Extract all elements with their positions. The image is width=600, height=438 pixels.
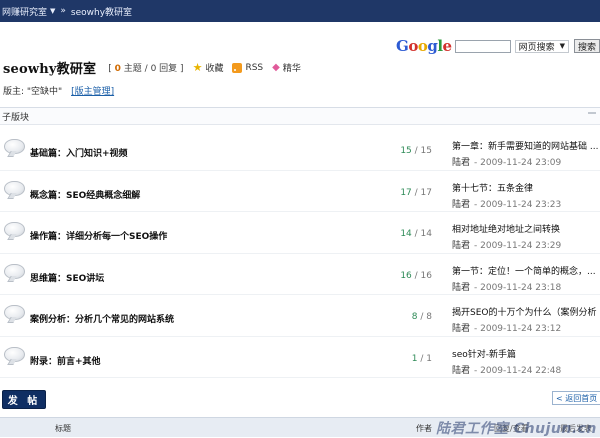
speech-bubble-icon [4, 305, 25, 320]
top-nav-bar: 网赚研究室 ▼ » seowhy教研室 [0, 0, 600, 22]
digest-link[interactable]: ◆ 精华 [272, 61, 301, 74]
last-post: 第一节：定位！一个简单的概念，... 陆君 - 2009-11-24 23:18 [452, 264, 596, 293]
list-item: 操作篇：详细分析每一个SEO操作 14 / 14 相对地址绝对地址之间转换 陆君… [0, 212, 600, 254]
watermark: 陆君工作室 Chujun.cn [436, 421, 597, 437]
column-title: 标题 [55, 424, 71, 433]
last-post-time: - 2009-11-24 23:09 [474, 158, 562, 168]
google-logo: Google [396, 37, 452, 55]
breadcrumb-separator: » [60, 6, 66, 16]
last-post-author[interactable]: 陆君 [452, 324, 470, 334]
topics-count: 0 [114, 64, 121, 74]
favorite-link[interactable]: ★ 收藏 [193, 61, 224, 74]
speech-bubble-icon [4, 263, 25, 279]
forum-stats: [ 0 主题 / 0 回复 ] [108, 64, 184, 74]
subforum-counts: 8 / 8 [411, 312, 432, 322]
moderator-manage-link[interactable]: [版主管理] [71, 87, 114, 97]
diamond-icon: ◆ [272, 62, 280, 73]
speech-bubble-icon [4, 180, 25, 196]
subforum-counts: 15 / 15 [400, 146, 432, 156]
search-input[interactable] [454, 39, 511, 53]
subforum-link[interactable]: 基础篇：入门知识+视频 [30, 146, 128, 159]
speech-bubble-icon [4, 222, 25, 237]
speech-bubble-icon [4, 139, 25, 154]
section-label: 子版块 [2, 112, 30, 123]
last-post-time: - 2009-11-24 23:29 [474, 241, 562, 251]
last-post-title[interactable]: 第一章：新手需要知道的网站基础 ... [452, 139, 598, 152]
forum-header: seowhy教研室 [ 0 主题 / 0 回复 ] ★ 收藏 RSS ◆ 精华 [3, 58, 301, 77]
column-author: 作者 [416, 424, 432, 433]
last-post-time: - 2009-11-24 22:48 [474, 365, 562, 376]
chevron-down-icon[interactable]: ▼ [50, 7, 55, 15]
subforum-counts: 17 / 17 [400, 187, 432, 198]
last-post-time: - 2009-11-24 23:23 [474, 199, 562, 210]
subforum-link[interactable]: 操作篇：详细分析每一个SEO操作 [30, 229, 167, 242]
moderator-info: 版主: "空缺中" [版主管理] [3, 84, 114, 97]
list-item: 思维篇：SEO讲坛 16 / 16 第一节：定位！一个简单的概念，... 陆君 -… [0, 254, 600, 295]
last-post-author[interactable]: 陆君 [452, 283, 470, 293]
subforum-link[interactable]: 附录：前言+其他 [30, 354, 101, 367]
subforum-link[interactable]: 思维篇：SEO讲坛 [30, 271, 104, 284]
posts-count: 0 [150, 64, 157, 74]
star-icon: ★ [192, 61, 203, 74]
search-button[interactable]: 搜索 [574, 39, 600, 53]
last-post-author[interactable]: 陆君 [452, 158, 470, 168]
last-post: 相对地址绝对地址之间转换 陆君 - 2009-11-24 23:29 [452, 222, 561, 251]
chevron-down-icon: ▼ [559, 42, 565, 50]
subforum-list: 基础篇：入门知识+视频 15 / 15 第一章：新手需要知道的网站基础 ... … [0, 129, 600, 378]
rss-link[interactable]: RSS [232, 62, 263, 73]
last-post-author[interactable]: 陆君 [452, 366, 470, 376]
last-post-title[interactable]: 相对地址绝对地址之间转换 [452, 222, 561, 235]
last-post-author[interactable]: 陆君 [452, 200, 470, 210]
collapse-icon[interactable] [588, 112, 596, 120]
list-item: 附录：前言+其他 1 / 1 seo针对-新手篇 陆君 - 2009-11-24 … [0, 337, 600, 378]
last-post-title[interactable]: seo针对-新手篇 [452, 347, 561, 360]
subforum-link[interactable]: 案例分析：分析几个常见的网站系统 [30, 312, 174, 325]
google-search: Google 网页搜索 ▼ 搜索 [396, 37, 600, 55]
last-post: seo针对-新手篇 陆君 - 2009-11-24 22:48 [452, 347, 561, 376]
last-post-title[interactable]: 第十七节：五条金律 [452, 181, 561, 194]
subforum-counts: 14 / 14 [400, 229, 432, 239]
list-item: 案例分析：分析几个常见的网站系统 8 / 8 揭开SEO的十万个为什么（案例分析… [0, 295, 600, 337]
speech-bubble-icon [4, 346, 25, 362]
last-post: 揭开SEO的十万个为什么（案例分析 ... 陆君 - 2009-11-24 23:… [452, 305, 600, 334]
last-post-time: - 2009-11-24 23:12 [474, 324, 562, 334]
rss-icon [232, 62, 243, 73]
new-post-button[interactable]: 发 帖 [2, 390, 46, 409]
back-home-button[interactable]: < 返回首页 [552, 391, 600, 405]
last-post-time: - 2009-11-24 23:18 [474, 282, 562, 293]
list-item: 概念篇：SEO经典概念细解 17 / 17 第十七节：五条金律 陆君 - 2009… [0, 171, 600, 212]
moderator-label: 版主: "空缺中" [3, 87, 63, 97]
subforum-counts: 16 / 16 [400, 270, 432, 281]
subforum-counts: 1 / 1 [411, 353, 432, 364]
subforum-section-header: 子版块 [0, 107, 600, 125]
search-type-label: 网页搜索 [518, 42, 555, 53]
breadcrumb-current: seowhy教研室 [70, 7, 133, 18]
last-post-title[interactable]: 第一节：定位！一个简单的概念，... [452, 264, 596, 277]
page-title: seowhy教研室 [3, 62, 97, 77]
last-post: 第十七节：五条金律 陆君 - 2009-11-24 23:23 [452, 181, 561, 210]
last-post-author[interactable]: 陆君 [452, 241, 470, 251]
breadcrumb-home[interactable]: 网赚研究室 [2, 5, 47, 18]
search-type-select[interactable]: 网页搜索 ▼ [514, 39, 569, 53]
subforum-link[interactable]: 概念篇：SEO经典概念细解 [30, 188, 140, 201]
last-post: 第一章：新手需要知道的网站基础 ... 陆君 - 2009-11-24 23:09 [452, 139, 598, 168]
list-item: 基础篇：入门知识+视频 15 / 15 第一章：新手需要知道的网站基础 ... … [0, 129, 600, 171]
last-post-title[interactable]: 揭开SEO的十万个为什么（案例分析 ... [452, 305, 600, 318]
